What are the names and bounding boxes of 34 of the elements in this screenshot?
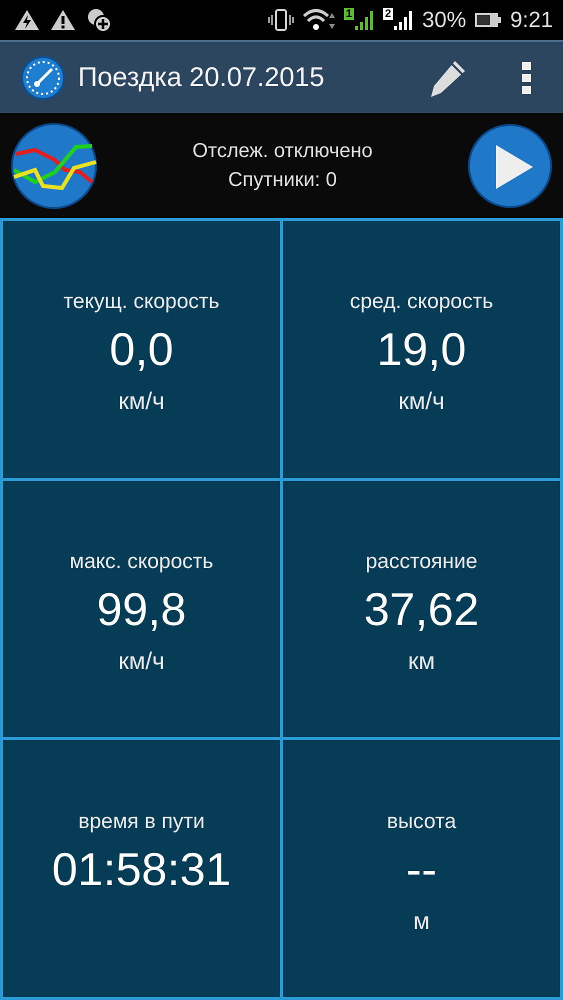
play-button[interactable] xyxy=(467,122,553,208)
battery-icon xyxy=(474,12,502,28)
stat-label: текущ. скорость xyxy=(64,290,220,314)
clock: 9:21 xyxy=(510,7,553,33)
chart-icon[interactable] xyxy=(10,122,98,210)
stat-unit: км/ч xyxy=(398,388,445,418)
satellite-count: Спутники: 0 xyxy=(228,168,337,192)
stat-value: 0,0 xyxy=(110,322,174,376)
stat-unit: м xyxy=(413,908,430,937)
stat-unit: км/ч xyxy=(118,388,165,418)
sim-number: 1 xyxy=(344,8,354,20)
tracking-status: Отслеж. отключено xyxy=(192,140,373,162)
stat-value: 37,62 xyxy=(364,582,480,636)
stat-label: расстояние xyxy=(366,550,478,574)
stat-label: сред. скорость xyxy=(350,290,494,314)
stat-value: 99,8 xyxy=(96,582,186,636)
stat-label: время в пути xyxy=(78,810,205,834)
stat-value: -- xyxy=(406,842,437,896)
stat-value: 19,0 xyxy=(376,322,466,376)
wifi-icon xyxy=(302,7,336,33)
stat-value: 01:58:31 xyxy=(52,842,232,896)
window-title: Поездка 20.07.2015 xyxy=(78,62,326,93)
menu-icon[interactable] xyxy=(521,60,533,96)
stat-unit: км xyxy=(408,648,435,677)
stat-unit: км/ч xyxy=(118,648,165,677)
warning-icon xyxy=(50,8,76,32)
battery-percent: 30% xyxy=(422,7,466,33)
vibrate-icon xyxy=(268,7,294,33)
sim-number: 2 xyxy=(383,8,394,20)
speedometer-icon xyxy=(20,54,66,100)
stat-label: высота xyxy=(386,810,456,834)
warning-bolt-icon xyxy=(14,8,40,32)
add-circle-icon xyxy=(86,7,112,33)
stat-label: макс. скорость xyxy=(70,550,214,574)
